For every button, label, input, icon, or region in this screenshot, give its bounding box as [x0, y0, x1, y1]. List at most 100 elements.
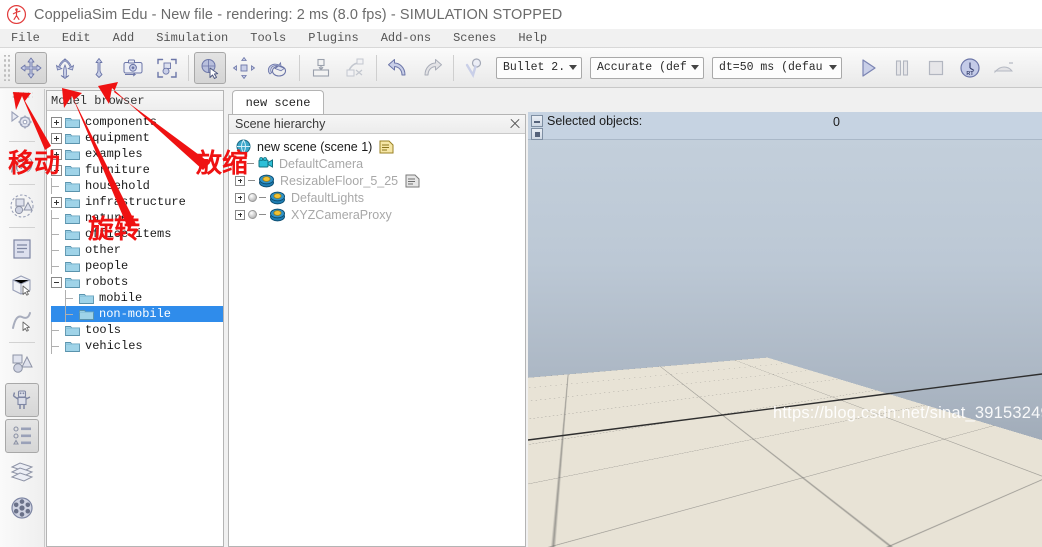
chevron-down-icon [691, 65, 699, 70]
coppeliasim-logo-icon [6, 4, 27, 25]
tab-new-scene[interactable]: new scene [232, 90, 324, 115]
annotation-scale: 放缩 [196, 149, 249, 179]
hierarchy-item-label: DefaultLights [291, 190, 364, 205]
model-tree-item[interactable]: robots [51, 274, 223, 290]
camera-pan-icon[interactable] [15, 51, 47, 84]
pause-icon[interactable] [886, 52, 918, 84]
model-tree-item[interactable]: household [51, 178, 223, 194]
hierarchy-connector [247, 163, 254, 164]
physics-engine-value: Bullet 2. [503, 61, 564, 74]
menu-help[interactable]: Help [507, 29, 558, 48]
timestep-select[interactable]: dt=50 ms (defau [712, 56, 842, 79]
tree-expander-plus-icon[interactable] [51, 132, 62, 144]
physics-engine-select[interactable]: Bullet 2. [496, 56, 582, 79]
menu-add[interactable]: Add [102, 29, 146, 48]
viewport-options-toggle[interactable] [531, 128, 543, 140]
assemble-icon[interactable] [305, 52, 337, 84]
dynamics-toggle-icon[interactable] [459, 52, 491, 84]
script-icon[interactable] [379, 140, 394, 154]
collection-icon[interactable] [5, 189, 39, 223]
undo-icon[interactable] [382, 52, 414, 84]
scene-hierarchy-icon[interactable] [5, 419, 39, 453]
tree-guide-line [51, 242, 62, 258]
object-translate-icon[interactable] [228, 52, 260, 84]
model-tree-item[interactable]: components [51, 114, 223, 130]
shapes-icon[interactable] [5, 347, 39, 381]
tree-expander-plus-icon[interactable] [51, 116, 62, 128]
camera-zoom-icon[interactable] [83, 52, 115, 84]
menu-simulation[interactable]: Simulation [145, 29, 239, 48]
model-browser-icon[interactable] [5, 383, 39, 417]
menu-edit[interactable]: Edit [51, 29, 102, 48]
hierarchy-item-label: new scene (scene 1) [257, 139, 373, 154]
menu-tools[interactable]: Tools [239, 29, 297, 48]
viewport-collapse-toggle[interactable] [531, 115, 543, 127]
camera-fit-icon[interactable] [117, 52, 149, 84]
scene-tab-strip: new scene [228, 90, 528, 115]
tree-expander-minus-icon[interactable] [51, 276, 62, 288]
scene-object-properties-icon[interactable] [5, 103, 39, 137]
script-doc-icon[interactable] [405, 174, 420, 188]
floor-plane-wrapper [528, 140, 1042, 547]
menu-scenes[interactable]: Scenes [442, 29, 507, 48]
hierarchy-item-label: XYZCameraProxy [291, 207, 392, 222]
model-tree-label: mobile [99, 291, 143, 305]
toolbar-separator [299, 54, 300, 81]
model-tree-item[interactable]: people [51, 258, 223, 274]
model-tree-item[interactable]: infrastructure [51, 194, 223, 210]
model-tree-item[interactable]: mobile [51, 290, 223, 306]
hierarchy-expander-plus-icon[interactable] [235, 192, 245, 203]
hierarchy-item[interactable]: ResizableFloor_5_25 [235, 172, 525, 189]
folder-icon [65, 340, 80, 352]
folder-icon [65, 116, 80, 128]
model-browser-header: Model browser [47, 91, 223, 111]
menu-plugins[interactable]: Plugins [297, 29, 369, 48]
hierarchy-item[interactable]: DefaultLights [235, 189, 525, 206]
object-rotate-icon[interactable] [262, 52, 294, 84]
object-select-icon[interactable] [194, 51, 226, 84]
hierarchy-item[interactable]: XYZCameraProxy [235, 206, 525, 223]
hierarchy-item-label: ResizableFloor_5_25 [280, 173, 399, 188]
shape-edit-icon[interactable] [5, 268, 39, 302]
hierarchy-connector [248, 180, 255, 181]
model-tree-item[interactable]: vehicles [51, 338, 223, 354]
camera-rotate-icon[interactable] [49, 52, 81, 84]
tree-guide-line [51, 258, 62, 274]
menu-file[interactable]: File [0, 29, 51, 48]
menu-addons[interactable]: Add-ons [370, 29, 442, 48]
close-icon[interactable] [508, 117, 522, 131]
model-tree-item[interactable]: non-mobile [51, 306, 223, 322]
slow-motion-icon[interactable] [988, 52, 1020, 84]
stop-icon[interactable] [920, 52, 952, 84]
3d-viewport[interactable]: Selected objects: 0 https://blog.csdn.ne… [528, 112, 1042, 547]
play-icon[interactable] [852, 52, 884, 84]
hierarchy-item[interactable]: DefaultCamera [235, 155, 525, 172]
redo-icon[interactable] [416, 52, 448, 84]
title-bar: CoppeliaSim Edu - New file - rendering: … [0, 0, 1042, 29]
hierarchy-enable-dot-icon[interactable] [248, 193, 257, 202]
toolbar-separator [453, 54, 454, 81]
hierarchy-connector [259, 214, 266, 215]
folder-icon [65, 148, 80, 160]
object-icon [269, 207, 286, 222]
scene-hierarchy-title: Scene hierarchy [235, 117, 326, 131]
camera-fit-selection-icon[interactable] [151, 52, 183, 84]
layers-icon[interactable] [5, 455, 39, 489]
model-tree-item[interactable]: tools [51, 322, 223, 338]
toolbar-grip[interactable] [2, 54, 11, 81]
split-icon[interactable] [339, 52, 371, 84]
hierarchy-expander-plus-icon[interactable] [235, 209, 245, 220]
tree-expander-plus-icon[interactable] [51, 196, 62, 208]
script-icon[interactable] [5, 232, 39, 266]
path-edit-icon[interactable] [5, 304, 39, 338]
video-recorder-icon[interactable] [5, 491, 39, 525]
hierarchy-item[interactable]: new scene (scene 1) [235, 138, 525, 155]
sidebar-grip[interactable] [11, 91, 33, 99]
realtime-clock-icon[interactable]: RT [954, 52, 986, 84]
folder-icon [65, 196, 80, 208]
hierarchy-enable-dot-icon[interactable] [248, 210, 257, 219]
model-tree-label: non-mobile [99, 307, 172, 321]
3d-scene-render[interactable]: https://blog.csdn.net/sinat_39153249 [528, 140, 1042, 547]
menu-bar: File Edit Add Simulation Tools Plugins A… [0, 29, 1042, 48]
accuracy-select[interactable]: Accurate (def [590, 56, 704, 79]
